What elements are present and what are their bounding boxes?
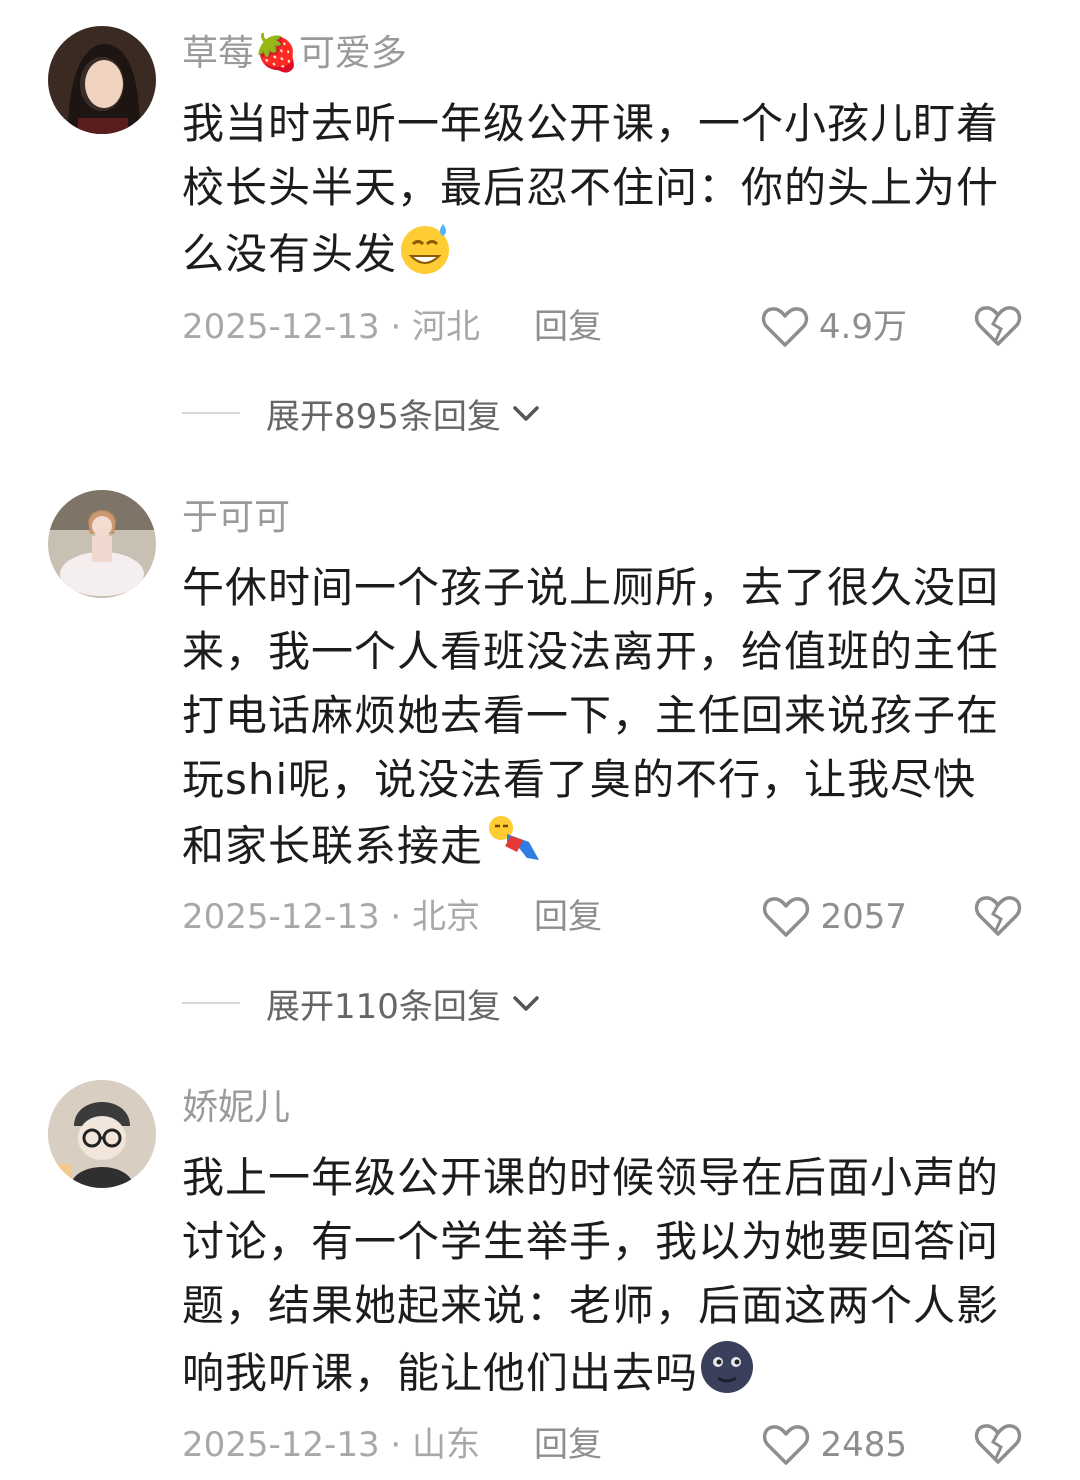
like-count: 2057 xyxy=(820,897,907,937)
heart-icon xyxy=(763,897,810,937)
username[interactable]: 草莓🍓可爱多 xyxy=(182,32,407,76)
expand-replies-button[interactable]: 展开110条回复 xyxy=(182,978,541,1028)
avatar[interactable] xyxy=(48,1080,156,1188)
expand-replies-label: 展开110条回复 xyxy=(266,986,501,1027)
comment-meta: 2025-12-13 · 山东 回复 2485 xyxy=(182,1420,1032,1470)
broken-heart-icon xyxy=(974,1424,1022,1464)
new-moon-face-icon xyxy=(698,1338,756,1414)
like-button[interactable]: 2057 xyxy=(762,892,907,942)
avatar-image xyxy=(48,490,156,598)
avatar-image xyxy=(48,1080,156,1188)
rolling-person-icon xyxy=(483,812,545,886)
heart-icon xyxy=(761,307,809,347)
avatar-image xyxy=(48,26,156,134)
sweat-smile-icon xyxy=(397,220,453,294)
avatar[interactable] xyxy=(48,490,156,598)
expand-replies-label: 展开895条回复 xyxy=(266,396,501,437)
broken-heart-icon xyxy=(974,306,1022,346)
broken-heart-icon xyxy=(974,896,1022,936)
comment-meta: 2025-12-13 · 北京 回复 2057 xyxy=(182,892,1032,942)
reply-button[interactable]: 回复 xyxy=(534,1420,602,1470)
date-location: 2025-12-13 · 北京 xyxy=(182,897,481,937)
like-button[interactable]: 2485 xyxy=(762,1420,907,1470)
date-location: 2025-12-13 · 山东 xyxy=(182,1425,481,1465)
expand-replies-button[interactable]: 展开895条回复 xyxy=(182,388,541,438)
username[interactable]: 娇妮儿 xyxy=(182,1086,290,1130)
divider xyxy=(182,1002,240,1004)
reply-button[interactable]: 回复 xyxy=(534,302,602,352)
dislike-button[interactable] xyxy=(974,1422,1022,1480)
reply-button[interactable]: 回复 xyxy=(534,892,602,942)
like-button[interactable]: 4.9万 xyxy=(761,302,907,352)
dislike-button[interactable] xyxy=(974,894,1022,952)
comment-text: 我当时去听一年级公开课，一个小孩儿盯着校长头半天，最后忍不住问：你的头上为什么没… xyxy=(182,92,1012,294)
comment-meta: 2025-12-13 · 河北 回复 4.9万 xyxy=(182,302,1032,352)
comment-text: 午休时间一个孩子说上厕所，去了很久没回来，我一个人看班没法离开，给值班的主任打电… xyxy=(182,556,1012,886)
username[interactable]: 于可可 xyxy=(182,496,290,540)
comment-text: 我上一年级公开课的时候领导在后面小声的讨论，有一个学生举手，我以为她要回答问题，… xyxy=(182,1146,1012,1414)
dislike-button[interactable] xyxy=(974,304,1022,362)
like-count: 4.9万 xyxy=(818,307,907,347)
chevron-down-icon xyxy=(511,983,541,1023)
heart-icon xyxy=(763,1425,810,1465)
chevron-down-icon xyxy=(511,393,541,433)
like-count: 2485 xyxy=(820,1425,907,1465)
avatar[interactable] xyxy=(48,26,156,134)
divider xyxy=(182,412,240,414)
date-location: 2025-12-13 · 河北 xyxy=(182,307,481,347)
